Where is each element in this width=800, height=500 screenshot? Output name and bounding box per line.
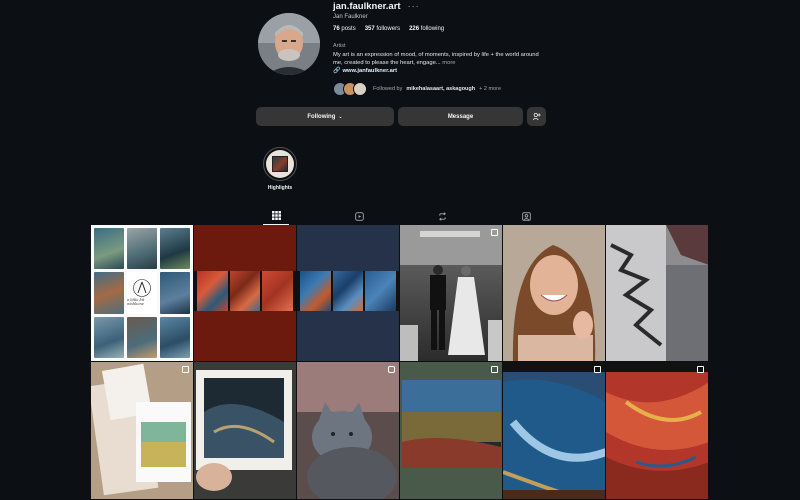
post-wedding-photo[interactable] [400,225,503,362]
reel-icon [388,366,395,373]
followers-count: 357 [364,26,375,32]
chevron-down-icon: ⌄ [338,113,343,120]
following-label: following [420,26,445,32]
avatar-photo [258,13,320,75]
message-button[interactable]: Message [398,107,523,126]
suggest-user-button[interactable] [527,107,546,126]
posts-label: posts [341,26,356,32]
bio-more-link[interactable]: more [442,60,455,66]
triptych-paintings [194,271,296,311]
post-card-and-envelope[interactable] [91,362,194,500]
post-blue-triptych[interactable] [297,225,400,362]
carousel-icon [491,229,498,236]
followers-label: followers [376,26,401,32]
post-selfie[interactable] [503,225,606,362]
following-stat[interactable]: 226 following [409,26,444,32]
profile-link-text: www.janfaulkner.art [342,67,398,74]
repost-icon [438,211,446,221]
wishbone-icon [133,279,151,298]
framed-painting-image [194,362,296,499]
following-button-label: Following [307,113,336,120]
profile-link[interactable]: 🔗 www.janfaulkner.art [333,67,398,75]
follower-avatar [353,82,367,96]
followed-by-names: mikehalasaart, askagough [406,86,476,92]
cat-photo-image [297,362,399,499]
tab-reels[interactable] [346,207,372,225]
highlight-artwork [272,156,288,172]
message-button-label: Message [447,113,474,120]
wedding-illustration [400,225,502,361]
blue-abstract-image [503,362,605,499]
post-grey-painting[interactable] [606,225,709,362]
followed-by-prefix: Followed by [373,86,403,92]
tab-posts[interactable] [263,207,289,225]
wedding-photo [400,225,502,361]
username-row: jan.faulkner.art ··· [333,0,420,12]
post-red-triptych[interactable] [194,225,297,362]
following-button[interactable]: Following ⌄ [256,107,394,126]
wishbone-logo: a little bit wishbone [127,272,157,314]
highlight-label: Highlights [267,185,293,191]
carousel-icon [182,366,189,373]
collage-image: a little bit wishbone [91,225,193,361]
selfie-photo [503,225,605,361]
grid-icon [271,211,281,220]
card-photo [91,362,193,499]
carousel-icon [491,366,498,373]
tab-reposts[interactable] [429,207,455,225]
selfie-illustration [503,225,605,361]
triptych-paintings [297,271,399,311]
post-blue-abstract[interactable] [503,362,606,500]
red-abstract-image [606,362,708,499]
reels-icon [354,211,364,221]
profile-stats: 76 posts 357 followers 226 following [333,26,444,32]
profile-tabs [263,207,553,225]
profile-bio: My art is an expression of mood, of mome… [333,51,548,67]
carousel-icon [594,366,601,373]
bio-text: My art is an expression of mood, of mome… [333,52,539,66]
following-count: 226 [409,26,420,32]
tagged-icon [521,211,531,221]
followed-by-suffix: + 2 more [479,86,501,92]
post-red-abstract[interactable] [606,362,709,500]
post-framed-painting[interactable] [194,362,297,500]
collage-caption: a little bit wishbone [127,298,145,307]
landscape-painting-image [400,362,502,499]
highlight-ring [263,147,297,181]
posts-count: 76 [333,26,340,32]
post-cat-reel[interactable] [297,362,400,500]
followed-by-avatars [333,82,369,96]
tab-tagged[interactable] [513,207,539,225]
username: jan.faulkner.art [333,0,401,12]
add-user-icon [532,112,541,121]
profile-header: jan.faulkner.art ··· Jan Faulkner 76 pos… [0,0,800,225]
post-collage[interactable]: a little bit wishbone [91,225,194,362]
profile-avatar[interactable] [258,13,320,75]
followers-stat[interactable]: 357 followers [365,26,400,32]
posts-stat: 76 posts [333,26,356,32]
grey-painting-image [606,225,708,361]
posts-grid: a little bit wishbone [91,225,709,500]
post-landscape-painting[interactable] [400,362,503,500]
profile-category: Artist [333,43,346,49]
more-options-icon[interactable]: ··· [408,2,420,11]
full-name: Jan Faulkner [333,14,368,20]
followed-by-row[interactable]: Followed by mikehalasaart, askagough + 2… [333,82,501,96]
highlight-item[interactable]: Highlights [262,147,298,191]
highlight-cover [266,150,294,178]
link-icon: 🔗 [333,68,341,74]
carousel-icon [697,366,704,373]
